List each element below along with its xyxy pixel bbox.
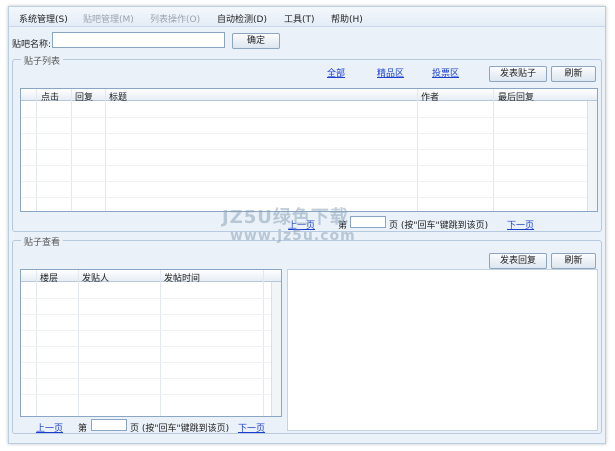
col-title[interactable]: 标题 <box>109 90 127 103</box>
col-post-time[interactable]: 发帖时间 <box>164 271 200 284</box>
view-page-hint: 页 (按"回车"键跳到该页) <box>130 424 230 434</box>
menu-forum-manage[interactable]: 贴吧管理(M) <box>83 12 134 25</box>
view-page-prefix: 第 <box>78 424 88 434</box>
floor-list-scrollbar[interactable] <box>271 282 281 416</box>
view-prev-page-link[interactable]: 上一页 <box>36 421 63 434</box>
menu-help[interactable]: 帮助(H) <box>331 12 363 25</box>
post-list-table[interactable]: 点击 回复 标题 作者 最后回复 <box>20 88 598 212</box>
menu-system[interactable]: 系统管理(S) <box>19 12 68 25</box>
list-next-page-link[interactable]: 下一页 <box>507 218 534 231</box>
reply-button[interactable]: 发表回复 <box>489 253 547 269</box>
list-page-input[interactable] <box>350 216 386 228</box>
col-author[interactable]: 作者 <box>421 90 439 103</box>
col-clicks[interactable]: 点击 <box>41 90 59 103</box>
floor-list-header: 楼层 发贴人 发帖时间 <box>21 270 281 284</box>
floor-list-table[interactable]: 楼层 发贴人 发帖时间 <box>20 269 282 417</box>
watermark-url: www.jz5u.com <box>230 228 356 244</box>
new-post-button[interactable]: 发表贴子 <box>489 66 547 82</box>
post-list-title: 贴子列表 <box>21 54 64 67</box>
post-list-scrollbar[interactable] <box>587 101 597 211</box>
col-poster[interactable]: 发贴人 <box>82 271 109 284</box>
filter-vote-link[interactable]: 投票区 <box>432 66 459 79</box>
view-next-page-link[interactable]: 下一页 <box>238 421 265 434</box>
post-content-pane[interactable] <box>287 269 598 431</box>
confirm-button[interactable]: 确定 <box>232 33 280 49</box>
refresh-view-button[interactable]: 刷新 <box>551 253 596 269</box>
forum-name-label: 贴吧名称: <box>12 40 52 50</box>
refresh-list-button[interactable]: 刷新 <box>551 66 596 82</box>
filter-all-link[interactable]: 全部 <box>327 66 345 79</box>
menu-auto-detect[interactable]: 自动检测(D) <box>217 12 267 25</box>
post-list-header: 点击 回复 标题 作者 最后回复 <box>21 89 597 103</box>
col-replies[interactable]: 回复 <box>75 90 93 103</box>
menu-bar: 系统管理(S) 贴吧管理(M) 列表操作(O) 自动检测(D) 工具(T) 帮助… <box>9 7 605 27</box>
watermark-logo: JZ5U绿色下载 <box>222 207 349 228</box>
filter-featured-link[interactable]: 精品区 <box>377 66 404 79</box>
forum-name-input[interactable] <box>52 32 225 48</box>
post-view-title: 贴子查看 <box>21 235 64 248</box>
col-floor[interactable]: 楼层 <box>40 271 58 284</box>
post-view-group: 贴子查看 发表回复 刷新 楼层 发贴人 发帖时间 上一页 第 页 (按"回车"键… <box>12 235 602 434</box>
menu-tools[interactable]: 工具(T) <box>284 12 315 25</box>
list-page-hint: 页 (按"回车"键跳到该页) <box>389 221 489 231</box>
view-page-input[interactable] <box>91 419 127 431</box>
menu-list-ops[interactable]: 列表操作(O) <box>150 12 200 25</box>
col-last-reply[interactable]: 最后回复 <box>498 90 534 103</box>
